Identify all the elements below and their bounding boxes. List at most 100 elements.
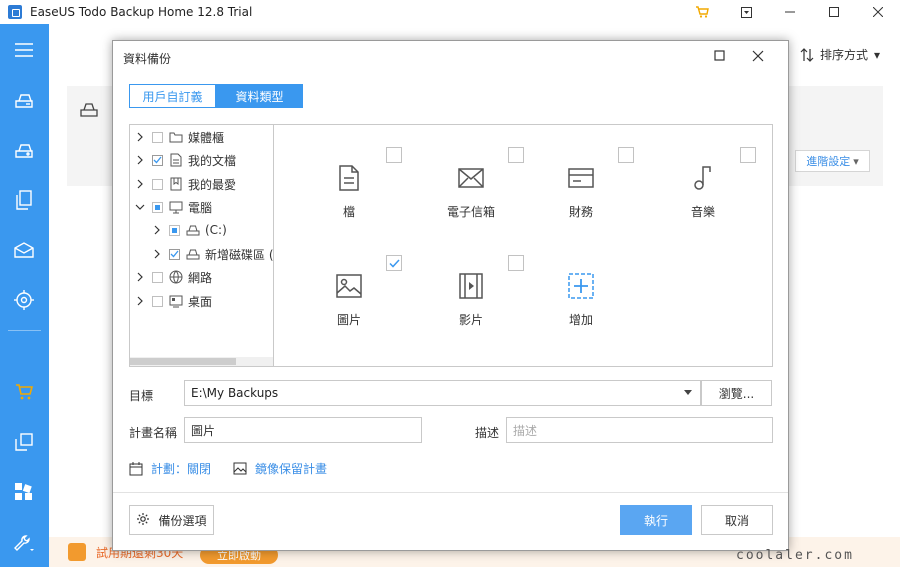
footer-divider [113,492,788,493]
dialog-close-icon[interactable] [751,49,765,63]
category-video[interactable]: 影片 [416,241,526,331]
category-checkbox[interactable] [740,147,756,163]
category-add[interactable]: 增加 [526,241,636,331]
cart-icon[interactable] [680,0,724,24]
advanced-settings-button[interactable]: 進階設定 ▾ [795,150,870,172]
tree-item-computer[interactable]: 電腦 [134,197,212,217]
tree-checkbox[interactable] [169,248,180,260]
sidebar-divider [8,330,41,331]
smart-backup-icon[interactable] [12,288,36,312]
minimize-icon[interactable] [768,0,812,24]
dropdown-arrow-icon[interactable] [684,390,692,395]
tree-item-desktop[interactable]: 桌面 [134,291,212,311]
file-backup-icon[interactable] [12,188,36,212]
menu-dropdown-icon[interactable] [724,0,768,24]
tree-item-label: 電腦 [188,200,213,215]
finance-icon [566,163,596,193]
desktop-icon [169,294,183,308]
tools-grid-icon[interactable] [12,480,36,504]
tab-custom[interactable]: 用戶自訂義 [129,84,216,108]
tree-item-label: 新增磁碟區 (D [205,247,274,262]
mail-icon [456,163,486,193]
category-finance[interactable]: 財務 [526,133,636,223]
document-icon [169,153,183,167]
tree-item-my-documents[interactable]: 我的文檔 [134,150,236,170]
dialog-maximize-icon[interactable] [714,50,726,62]
chevron-down-icon: ▾ [853,154,859,168]
tree-item-favorites[interactable]: 我的最愛 [134,174,236,194]
category-email[interactable]: 電子信箱 [416,133,526,223]
tree-checkbox[interactable] [152,131,163,143]
tree-horizontal-scrollbar[interactable] [130,357,273,366]
app-titlebar: EaseUS Todo Backup Home 12.8 Trial [0,0,900,24]
system-backup-icon[interactable] [12,138,36,162]
tree-checkbox[interactable] [152,154,163,166]
category-music[interactable]: 音樂 [648,133,758,223]
mail-backup-icon[interactable] [12,238,36,262]
category-image[interactable]: 圖片 [294,241,404,331]
browse-button[interactable]: 瀏覽... [701,380,772,406]
tree-checkbox[interactable] [152,271,163,283]
tab-data-type[interactable]: 資料類型 [216,84,303,108]
schedule-label: 計劃：關閉 [151,462,212,476]
target-path-select[interactable]: E:\My Backups [184,380,701,406]
chevron-right-icon[interactable] [151,248,163,260]
tree-item-network[interactable]: 網路 [134,267,212,287]
category-file[interactable]: 檔 [294,133,404,223]
backup-options-button[interactable]: 備份選項 [129,505,214,535]
drive-icon [186,247,200,261]
maximize-icon[interactable] [812,0,856,24]
image-reserve-link[interactable]: 鏡像保留計畫 [233,460,327,477]
tree-checkbox[interactable] [152,295,163,307]
calendar-icon [129,461,143,476]
category-checkbox[interactable] [618,147,634,163]
run-button[interactable]: 執行 [620,505,692,535]
image-icon [233,462,247,476]
chevron-right-icon[interactable] [134,178,146,190]
chevron-right-icon[interactable] [134,154,146,166]
category-checkbox[interactable] [386,255,402,271]
sort-button[interactable]: 排序方式 ▾ [800,46,880,63]
image-reserve-label: 鏡像保留計畫 [255,462,328,476]
app-title: EaseUS Todo Backup Home 12.8 Trial [30,5,253,19]
plan-name-input[interactable]: 圖片 [184,417,422,443]
tree-checkbox[interactable] [169,224,180,236]
chevron-right-icon[interactable] [134,271,146,283]
tree-item-drive-c[interactable]: (C:) [151,220,227,240]
disk-backup-icon[interactable] [12,88,36,112]
close-icon[interactable] [856,0,900,24]
category-label: 影片 [458,313,483,327]
chevron-right-icon[interactable] [134,131,146,143]
tree-item-library[interactable]: 媒體櫃 [134,127,224,147]
target-path-value: E:\My Backups [191,386,279,400]
category-checkbox[interactable] [508,147,524,163]
computer-icon [169,200,183,214]
hamburger-menu-icon[interactable] [12,38,36,62]
chevron-right-icon[interactable] [134,295,146,307]
cancel-button[interactable]: 取消 [701,505,773,535]
description-input[interactable]: 描述 [506,417,773,443]
image-icon [334,271,364,301]
category-label: 財務 [568,205,593,219]
target-label: 目標 [129,389,154,403]
dialog-title: 資料備份 [123,52,172,66]
tree-checkbox[interactable] [152,178,163,190]
clone-icon[interactable] [12,430,36,454]
category-checkbox[interactable] [386,147,402,163]
chevron-right-icon[interactable] [151,224,163,236]
tree-checkbox[interactable] [152,201,163,213]
wrench-settings-icon[interactable] [12,532,36,556]
chevron-down-icon[interactable] [134,201,146,213]
video-icon [456,271,486,301]
music-icon [688,163,718,193]
tree-item-label: 我的文檔 [188,153,237,168]
watermark-text: coolaler.com [736,548,854,563]
favorites-icon [169,177,183,191]
schedule-link[interactable]: 計劃：關閉 [129,460,211,477]
sidebar [0,24,49,567]
scrollbar-thumb[interactable] [130,358,236,365]
cart-icon[interactable] [12,380,36,404]
tree-item-drive-d[interactable]: 新增磁碟區 (D [151,244,274,264]
category-checkbox[interactable] [508,255,524,271]
category-label: 檔 [342,205,355,219]
